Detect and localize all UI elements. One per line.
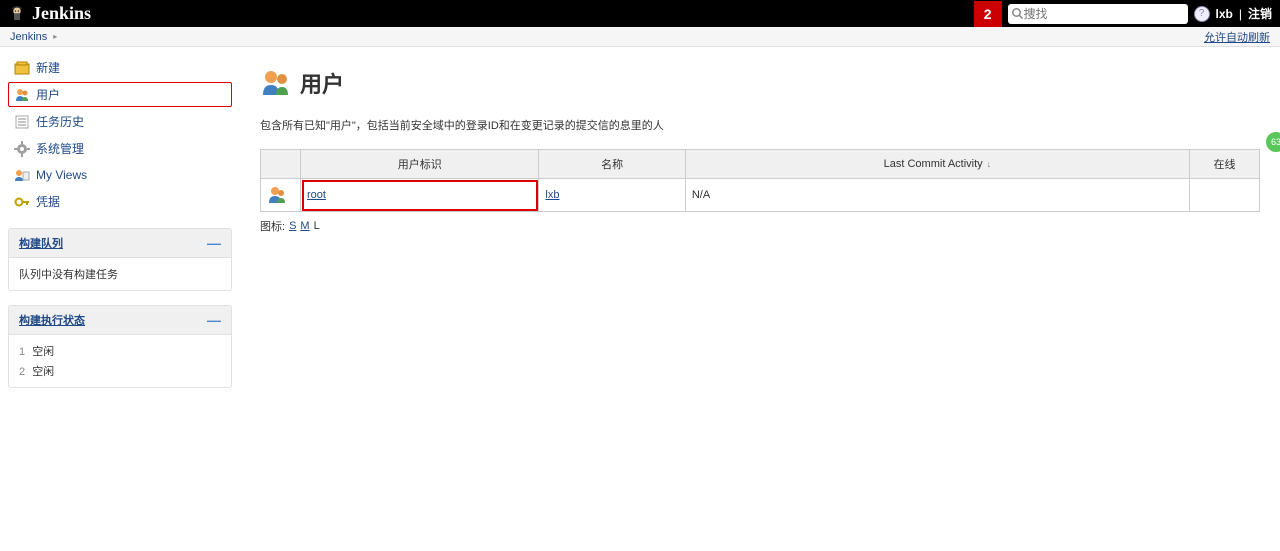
task-label: 新建 [36,59,60,76]
new-icon [14,60,30,76]
jenkins-logo-icon [8,5,26,23]
main-content: 用户 包含所有已知"用户"，包括当前安全域中的登录ID和在变更记录的提交信的息里… [240,47,1280,396]
last-commit-cell: N/A [685,179,1189,212]
auto-refresh-link[interactable]: 允许自动刷新 [1204,29,1270,45]
build-executor-panel: 构建执行状态 — 1 空闲 2 空闲 [8,305,232,388]
brand-text: Jenkins [32,3,91,24]
sort-indicator-icon: ↓ [987,159,992,169]
build-queue-title[interactable]: 构建队列 [19,235,63,251]
build-executor-title[interactable]: 构建执行状态 [19,312,85,328]
table-row: root lxb N/A [261,179,1260,212]
queue-empty-text: 队列中没有构建任务 [19,264,221,284]
search-icon [1012,8,1024,20]
icon-size-m[interactable]: M [300,220,309,232]
sidebar-item-users[interactable]: 用户 [8,82,232,107]
collapse-icon[interactable]: — [207,312,221,328]
gear-icon [14,141,30,157]
task-label: 用户 [36,86,60,103]
current-user-link[interactable]: lxb [1216,7,1233,21]
userid-link[interactable]: root [307,189,326,201]
credentials-icon [14,194,30,210]
task-list: 新建 用户 任务历史 系统管理 My Views 凭据 [8,55,232,214]
people-icon [14,87,30,103]
task-label: 任务历史 [36,113,84,130]
search-input[interactable] [1024,7,1184,21]
executor-row: 2 空闲 [19,361,221,381]
sidebar-item-new[interactable]: 新建 [8,55,232,80]
sidebar-item-myviews[interactable]: My Views [8,163,232,187]
sidebar-item-credentials[interactable]: 凭据 [8,189,232,214]
task-label: My Views [36,168,87,182]
build-queue-panel: 构建队列 — 队列中没有构建任务 [8,228,232,291]
page-heading: 用户 [260,67,1260,99]
col-header-online[interactable]: 在线 [1190,150,1260,179]
icon-size-legend: 图标: S M L [260,218,1260,234]
top-header: Jenkins 2 ? lxb | 注销 [0,0,1280,27]
icon-size-l: L [314,220,320,232]
legend-label: 图标: [260,218,285,234]
breadcrumb-bar: Jenkins ▸ 允许自动刷新 [0,27,1280,47]
page-description: 包含所有已知"用户"，包括当前安全域中的登录ID和在变更记录的提交信的息里的人 [260,117,1260,133]
task-label: 系统管理 [36,140,84,157]
row-icon-cell [261,179,301,212]
col-header-last-commit[interactable]: Last Commit Activity↓ [685,150,1189,179]
page-title: 用户 [300,67,344,99]
online-cell [1190,179,1260,212]
separator: | [1239,7,1242,21]
logout-link[interactable]: 注销 [1248,5,1272,22]
search-box[interactable] [1008,4,1188,24]
collapse-icon[interactable]: — [207,235,221,251]
userid-cell: root [301,179,539,212]
breadcrumb-item[interactable]: Jenkins [10,31,47,43]
sidebar-item-manage[interactable]: 系统管理 [8,136,232,161]
col-header-userid[interactable]: 用户标识 [301,150,539,179]
col-header-icon[interactable] [261,150,301,179]
icon-size-s[interactable]: S [289,220,296,232]
views-icon [14,167,30,183]
help-icon[interactable]: ? [1194,6,1210,22]
col-header-name[interactable]: 名称 [539,150,685,179]
sidebar-item-history[interactable]: 任务历史 [8,109,232,134]
notification-badge[interactable]: 2 [974,1,1002,27]
history-icon [14,114,30,130]
executor-row: 1 空闲 [19,341,221,361]
sidebar: 新建 用户 任务历史 系统管理 My Views 凭据 [0,47,240,396]
name-cell: lxb [539,179,685,212]
user-table: 用户标识 名称 Last Commit Activity↓ 在线 root lx… [260,149,1260,212]
logo-area[interactable]: Jenkins [8,3,91,24]
chevron-right-icon: ▸ [53,32,57,41]
person-icon [267,185,287,205]
name-link[interactable]: lxb [545,189,559,201]
task-label: 凭据 [36,193,60,210]
people-large-icon [260,67,292,99]
